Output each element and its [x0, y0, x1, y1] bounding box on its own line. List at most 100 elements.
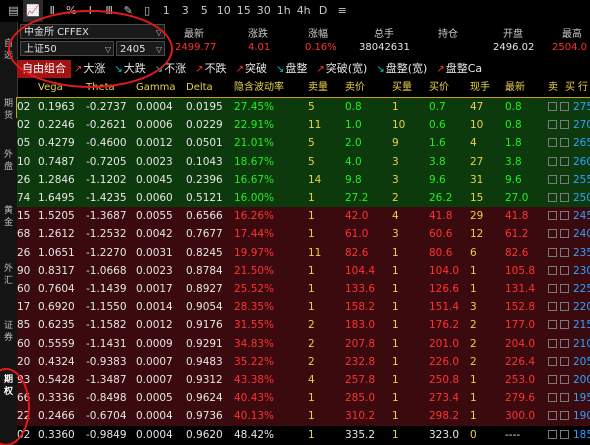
checkbox[interactable]: [560, 174, 569, 184]
checkbox[interactable]: [548, 156, 557, 166]
checkbox[interactable]: [548, 320, 557, 330]
checkbox[interactable]: [560, 156, 569, 166]
table-row[interactable]: 90 0.8317 -1.0668 0.0023 0.8784 21.50% 1 104.4 1…: [17, 261, 590, 281]
bar-chart-icon[interactable]: Ⅱ: [43, 0, 62, 22]
table-row[interactable]: 02 0.2246 -0.2621 0.0006 0.0229 22.91% 11 1.0 10…: [17, 116, 590, 136]
checkbox[interactable]: [560, 102, 569, 111]
box-icon[interactable]: ▯: [138, 0, 157, 22]
checkbox[interactable]: [548, 211, 557, 221]
sidebar-item-futures[interactable]: 期货: [0, 98, 17, 122]
table-row[interactable]: 20 0.4324 -0.9383 0.0007 0.9483 35.22% 2 232.8 1…: [17, 352, 590, 372]
checkbox[interactable]: [548, 247, 557, 257]
table-row[interactable]: 05 0.4279 -0.4600 0.0012 0.0501 21.01% 5 2.0 9 1.…: [17, 134, 590, 154]
table-row[interactable]: 60 0.5559 -1.1431 0.0009 0.9291 34.83% 2 207.8 1…: [17, 334, 590, 354]
tab-strategy[interactable]: ↘大跌: [111, 60, 151, 78]
checkbox[interactable]: [548, 429, 557, 439]
column-header[interactable]: 现手: [470, 80, 490, 96]
checkbox[interactable]: [548, 356, 557, 366]
table-row[interactable]: 15 1.5205 -1.3687 0.0055 0.6566 16.26% 1 42.0 4 4…: [17, 207, 590, 227]
checkbox[interactable]: [560, 193, 569, 202]
sidebar-item-securities[interactable]: 证券: [0, 320, 17, 344]
period-button[interactable]: 30: [254, 0, 274, 22]
checkbox[interactable]: [548, 284, 557, 293]
checkbox[interactable]: [548, 229, 557, 239]
period-button[interactable]: 5: [195, 0, 214, 22]
underlying-select[interactable]: 上证50 ▽: [20, 41, 114, 56]
grid-icon[interactable]: ▤: [4, 0, 23, 22]
checkbox[interactable]: [560, 302, 569, 312]
sidebar-item-watchlist[interactable]: 自选: [0, 38, 17, 62]
table-row[interactable]: 68 1.2612 -1.2532 0.0042 0.7677 17.44% 1 61.0 3 6…: [17, 225, 590, 245]
period-button[interactable]: 1: [157, 0, 176, 22]
checkbox[interactable]: [560, 393, 569, 403]
period-button[interactable]: 3: [176, 0, 195, 22]
tab-strategy[interactable]: 自由组合: [17, 60, 71, 78]
column-header[interactable]: 买价: [429, 80, 449, 96]
period-button[interactable]: 10: [214, 0, 234, 22]
column-header[interactable]: 卖量: [308, 80, 328, 96]
checkbox[interactable]: [560, 138, 569, 148]
table-row[interactable]: 02 0.3360 -0.9849 0.0004 0.9620 48.42% 1 335.2 1…: [17, 425, 590, 445]
tab-strategy[interactable]: ↘不涨: [152, 60, 192, 78]
checkbox[interactable]: [548, 174, 557, 184]
period-button[interactable]: D: [314, 0, 333, 22]
period-button[interactable]: 4h: [294, 0, 314, 22]
percent-icon[interactable]: %: [62, 0, 81, 22]
period-button[interactable]: ≡: [333, 0, 352, 22]
sidebar-item-gold[interactable]: 黄金: [0, 205, 17, 229]
checkbox[interactable]: [560, 429, 569, 439]
expiry-select[interactable]: 2405 ▽: [116, 41, 165, 56]
checkbox[interactable]: [548, 302, 557, 312]
tab-strategy[interactable]: ↗大涨: [71, 60, 111, 78]
table-row[interactable]: 66 0.3336 -0.8498 0.0005 0.9624 40.43% 1 285.0 1…: [17, 389, 590, 409]
checkbox[interactable]: [548, 193, 557, 202]
tab-strategy[interactable]: ↗不跌: [192, 60, 232, 78]
column-header[interactable]: 买: [565, 80, 575, 96]
column-header[interactable]: 隐含波动率: [234, 80, 284, 96]
sidebar-item-foreign-market[interactable]: 外盘: [0, 149, 17, 173]
exchange-select[interactable]: 中金所 CFFEX ▽: [20, 24, 165, 39]
column-header[interactable]: 卖: [548, 80, 558, 96]
period-icon[interactable]: Ⅲ: [100, 0, 119, 22]
table-row[interactable]: 26 1.0651 -1.2270 0.0031 0.8245 19.97% 11 82.6 1…: [17, 243, 590, 263]
checkbox[interactable]: [560, 284, 569, 293]
period-button[interactable]: 15: [234, 0, 254, 22]
checkbox[interactable]: [548, 265, 557, 275]
sidebar-item-options[interactable]: 期权: [0, 374, 17, 398]
column-header[interactable]: Vega: [38, 80, 63, 96]
column-header[interactable]: 最新: [505, 80, 525, 96]
checkbox[interactable]: [548, 120, 557, 130]
period-button[interactable]: 1h: [274, 0, 294, 22]
checkbox[interactable]: [560, 411, 569, 421]
pen-icon[interactable]: ✎: [119, 0, 138, 22]
column-header[interactable]: Theta: [86, 80, 115, 96]
checkbox[interactable]: [548, 375, 557, 384]
checkbox[interactable]: [548, 102, 557, 111]
table-row[interactable]: 22 0.2466 -0.6704 0.0004 0.9736 40.13% 1 310.2 1…: [17, 407, 590, 427]
checkbox[interactable]: [560, 120, 569, 130]
candle-icon[interactable]: Ⅰ: [81, 0, 100, 22]
table-row[interactable]: 10 0.7487 -0.7205 0.0023 0.1043 18.67% 5 4.0 3 3.…: [17, 152, 590, 172]
checkbox[interactable]: [548, 338, 557, 348]
line-chart-icon[interactable]: 📈: [23, 0, 43, 22]
table-row[interactable]: 85 0.6235 -1.1582 0.0012 0.9176 31.55% 2 183.0 1…: [17, 316, 590, 336]
sidebar-item-forex[interactable]: 外汇: [0, 263, 17, 287]
table-row[interactable]: 26 1.2846 -1.1202 0.0045 0.2396 16.67% 14 9.8 3 9…: [17, 170, 590, 190]
checkbox[interactable]: [548, 393, 557, 403]
checkbox[interactable]: [560, 356, 569, 366]
tab-strategy[interactable]: ↗突破(宽): [313, 60, 373, 78]
checkbox[interactable]: [560, 229, 569, 239]
checkbox[interactable]: [560, 320, 569, 330]
table-row[interactable]: 93 0.5428 -1.3487 0.0007 0.9312 43.38% 4 257.8 1…: [17, 371, 590, 390]
tab-strategy[interactable]: ↗盘整Ca: [433, 60, 488, 78]
tab-strategy[interactable]: ↗突破: [233, 60, 273, 78]
column-header[interactable]: 行: [578, 80, 588, 96]
table-row[interactable]: 17 0.6920 -1.1550 0.0014 0.9054 28.35% 1 158.2 1…: [17, 298, 590, 318]
table-row[interactable]: 60 0.7604 -1.1439 0.0017 0.8927 25.52% 1 133.6 1…: [17, 280, 590, 299]
column-header[interactable]: 买量: [392, 80, 412, 96]
checkbox[interactable]: [548, 138, 557, 148]
checkbox[interactable]: [560, 211, 569, 221]
checkbox[interactable]: [560, 265, 569, 275]
tab-strategy[interactable]: ↘盘整: [273, 60, 313, 78]
checkbox[interactable]: [560, 338, 569, 348]
